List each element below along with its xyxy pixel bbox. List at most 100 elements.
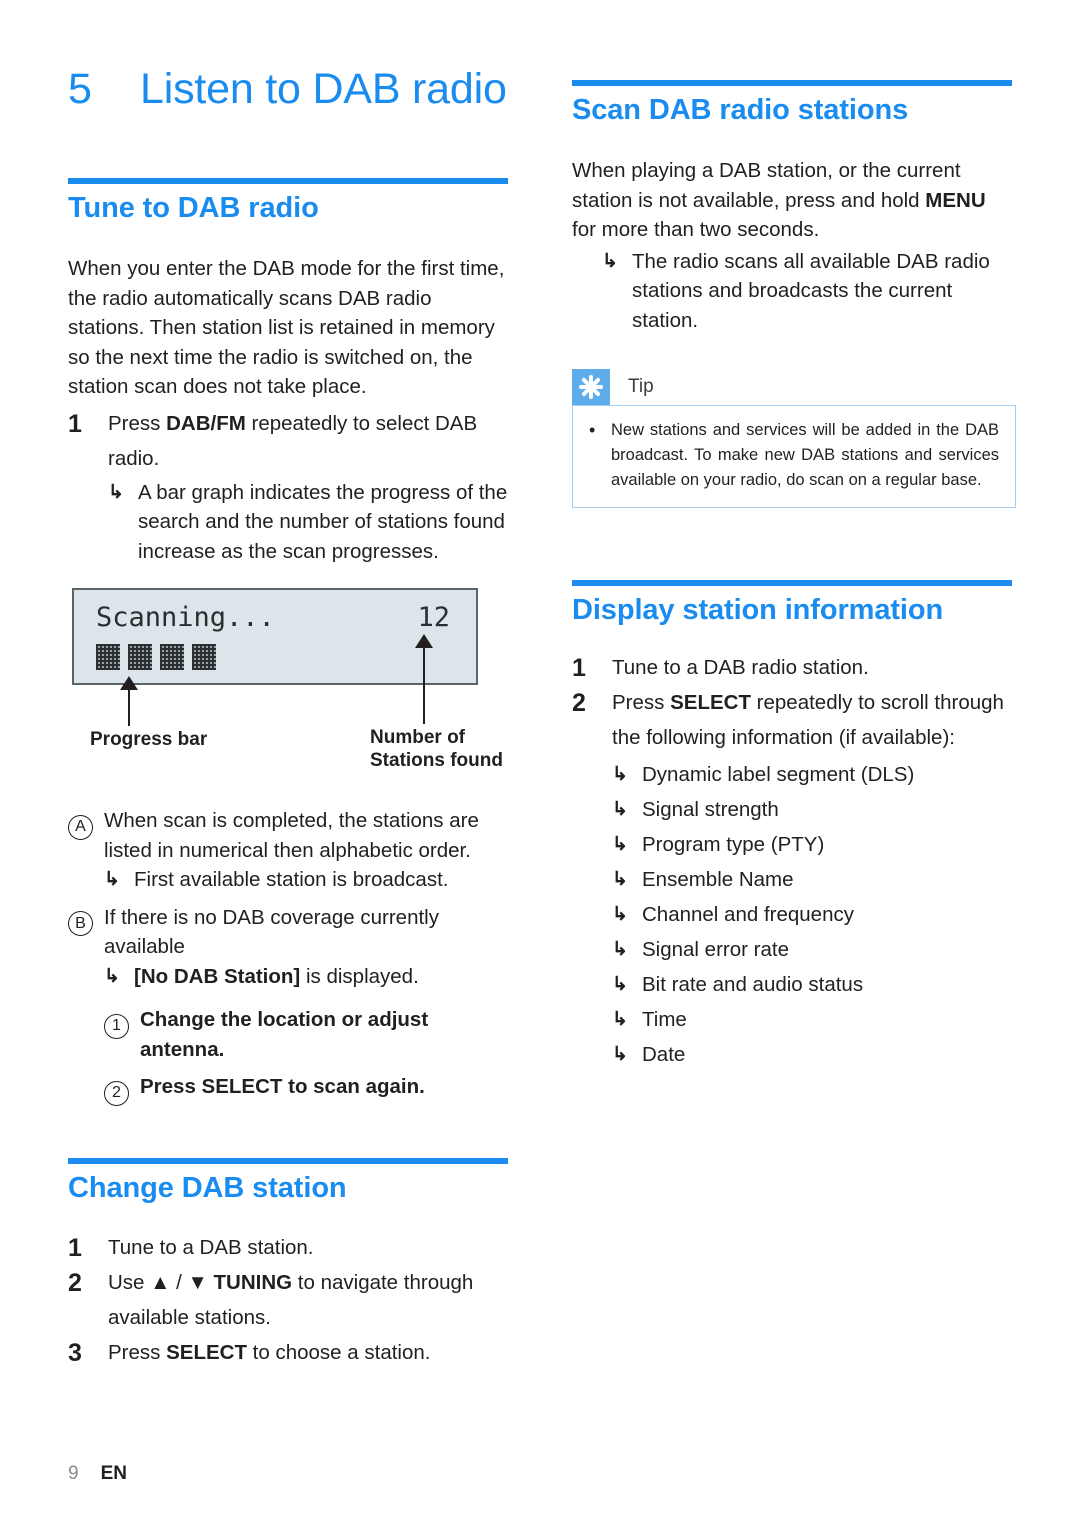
stations-found-label-line2: Stations found [370, 750, 503, 771]
arrow-icon: ↳ [612, 764, 628, 785]
section-heading-display-station-information: Display station information [572, 594, 944, 626]
change-step-1-number: 1 [68, 1233, 82, 1262]
info-item-text: Bit rate and audio status [642, 973, 864, 996]
tune-step-1-number: 1 [68, 409, 82, 438]
change-step-3: 3 Press SELECT to choose a station. [68, 1335, 510, 1370]
arrow-icon: ↳ [612, 799, 628, 820]
change-step-3-before: Press [108, 1340, 167, 1364]
section-display-station-information: Display station information 1 Tune to a … [572, 580, 1014, 1072]
change-step-2-number: 2 [68, 1268, 82, 1297]
item-a-text: When scan is completed, the stations are… [104, 809, 479, 862]
list-item: ↳ Bit rate and audio status [612, 967, 1014, 1002]
item-a-sub: ↳ First available station is broadcast. [104, 865, 510, 895]
stations-found-leader-line [423, 646, 425, 724]
arrow-icon: ↳ [612, 974, 628, 995]
item-a-sub-text: First available station is broadcast. [134, 868, 449, 891]
scan-sub-text: The radio scans all available DAB radio … [632, 249, 990, 332]
lcd-figure: Scanning... 12 Progress bar Number of St… [68, 588, 508, 788]
item-b-step-2-marker: 2 [104, 1072, 140, 1106]
section-scan-dab-radio-stations: Scan DAB radio stations When playing a D… [572, 80, 1014, 335]
item-b-sub-text: [No DAB Station] is displayed. [134, 962, 510, 992]
circled-letter-b: B [68, 911, 93, 936]
lcd-status-text: Scanning... [96, 602, 275, 633]
item-b: B If there is no DAB coverage currently … [68, 903, 510, 962]
progress-block [192, 644, 216, 670]
info-item-text: Signal error rate [642, 938, 789, 961]
info-item-text: Dynamic label segment (DLS) [642, 763, 915, 786]
arrow-icon: ↳ [104, 869, 120, 890]
scan-paragraph: When playing a DAB station, or the curre… [572, 156, 1014, 245]
scan-sub-bullet: ↳ The radio scans all available DAB radi… [602, 247, 1014, 336]
display-step-2: 2 Press SELECT repeatedly to scroll thro… [572, 685, 1014, 755]
item-b-step-1: 1 Change the location or adjust antenna. [104, 1005, 510, 1064]
list-item: ↳ Channel and frequency [612, 897, 1014, 932]
left-column: 5 Listen to DAB radio Tune to DAB radio … [68, 60, 510, 1370]
item-a: A When scan is completed, the stations a… [68, 806, 510, 865]
arrow-icon: ↳ [602, 250, 618, 272]
section-change-dab-station: Change DAB station 1 Tune to a DAB stati… [68, 1157, 510, 1370]
display-step-1-number: 1 [572, 654, 586, 682]
item-b-sub-bold: [No DAB Station] [134, 964, 301, 988]
change-step-2-text: Use ▲ / ▼ TUNING to navigate through ava… [108, 1265, 510, 1335]
progress-block [96, 644, 120, 670]
section-heading-change-dab-station: Change DAB station [68, 1171, 347, 1204]
section-heading-tune-to-dab-radio: Tune to DAB radio [68, 192, 319, 224]
tip-header: Tip [572, 369, 1016, 405]
change-step-2-bold: TUNING [213, 1270, 293, 1294]
display-step-2-text: Press SELECT repeatedly to scroll throug… [612, 685, 1014, 755]
item-a-marker: A [68, 806, 104, 840]
tune-step-1-text: Press DAB/FM repeatedly to select DAB ra… [108, 406, 510, 476]
tune-step-1-sub-text: A bar graph indicates the progress of th… [138, 480, 508, 563]
stations-found-label: Number of Stations found [370, 726, 503, 772]
section-rule [572, 580, 1012, 586]
progress-block [128, 644, 152, 670]
scan-paragraph-after: for more than two seconds. [572, 218, 820, 241]
progress-bar-label: Progress bar [90, 729, 208, 750]
language-code: EN [100, 1463, 127, 1484]
tip-label: Tip [628, 376, 654, 397]
progress-bar-leader-line [128, 688, 130, 726]
info-item-text: Ensemble Name [642, 868, 794, 891]
info-item-text: Signal strength [642, 798, 779, 821]
arrow-icon: ↳ [104, 965, 120, 987]
stations-found-label-line1: Number of [370, 727, 465, 748]
display-step-2-before: Press [612, 691, 671, 714]
tune-step-1-sub: ↳ A bar graph indicates the progress of … [108, 478, 510, 567]
list-item: ↳ Dynamic label segment (DLS) [612, 757, 1014, 792]
info-item-text: Time [642, 1008, 687, 1031]
bullet-icon: • [589, 420, 596, 440]
list-item: ↳ Date [612, 1037, 1014, 1072]
arrow-icon: ↳ [612, 834, 628, 855]
arrow-icon: ↳ [108, 481, 124, 503]
change-step-1-text: Tune to a DAB station. [108, 1230, 510, 1265]
section-heading-scan-dab-radio-stations: Scan DAB radio stations [572, 94, 909, 126]
arrow-icon: ↳ [612, 1044, 628, 1065]
change-step-3-after: to choose a station. [246, 1340, 431, 1364]
display-step-1-text: Tune to a DAB radio station. [612, 656, 869, 679]
progress-block [160, 644, 184, 670]
item-b-sub-after: is displayed. [300, 964, 419, 988]
tune-intro-paragraph: When you enter the DAB mode for the firs… [68, 257, 505, 398]
change-step-1-before: Tune to a DAB station. [108, 1235, 314, 1259]
change-step-3-bold: SELECT [166, 1340, 247, 1364]
item-b-step-2: 2 Press SELECT to scan again. [104, 1072, 510, 1106]
info-item-text: Date [642, 1043, 686, 1066]
section-rule [68, 1157, 508, 1164]
scan-paragraph-bold: MENU [925, 188, 986, 212]
tip-box: Tip • New stations and services will be … [572, 369, 1016, 508]
lcd-progress-bar [96, 644, 216, 670]
display-info-list: ↳ Dynamic label segment (DLS) ↳ Signal s… [612, 757, 1014, 1072]
circled-number-2: 2 [104, 1080, 129, 1106]
tip-body: • New stations and services will be adde… [572, 405, 1016, 508]
info-item-text: Program type (PTY) [642, 833, 825, 856]
list-item: ↳ Signal strength [612, 792, 1014, 827]
change-step-2-before: Use ▲ / ▼ [108, 1270, 214, 1294]
display-step-1: 1 Tune to a DAB radio station. [572, 650, 1014, 685]
arrow-icon: ↳ [612, 939, 628, 960]
scan-paragraph-before: When playing a DAB station, or the curre… [572, 159, 961, 212]
chapter-title-block: 5 Listen to DAB radio [68, 60, 510, 118]
list-item: ↳ Signal error rate [612, 932, 1014, 967]
chapter-heading: Listen to DAB radio [140, 65, 507, 113]
list-item: ↳ Ensemble Name [612, 862, 1014, 897]
tune-step-1-bold: DAB/FM [166, 411, 246, 435]
